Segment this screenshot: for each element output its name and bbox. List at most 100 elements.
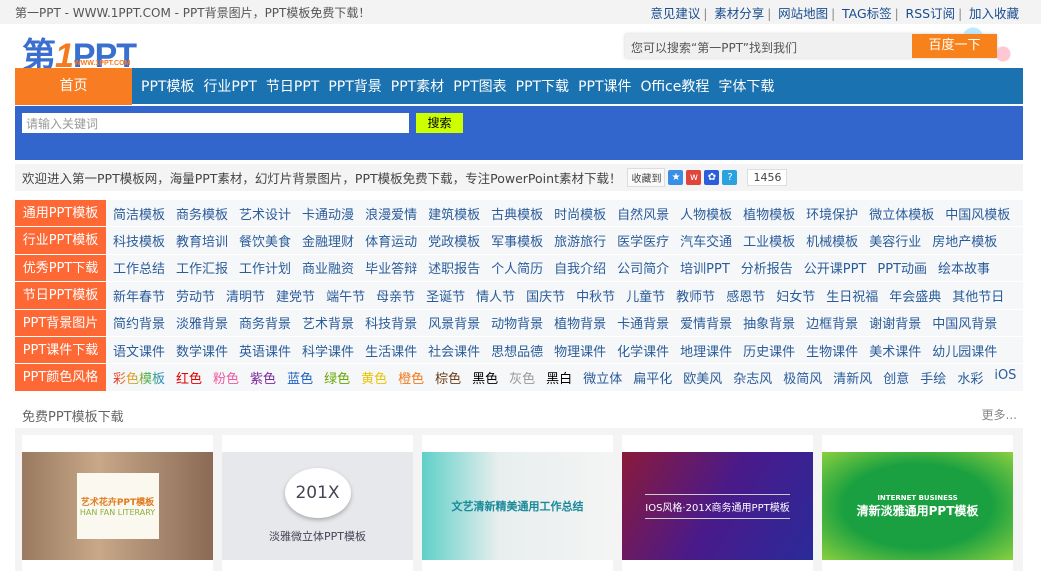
weibo-icon[interactable]: w [686, 170, 702, 185]
color-link[interactable]: 粉色 [213, 368, 239, 387]
nav-item[interactable]: PPT背景 [328, 76, 381, 96]
category-link[interactable]: 抽象背景 [743, 313, 795, 332]
color-link[interactable]: 扁平化 [633, 368, 672, 387]
nav-item[interactable]: PPT课件 [578, 76, 631, 96]
category-link[interactable]: 情人节 [476, 286, 515, 305]
category-link[interactable]: 妇女节 [776, 286, 815, 305]
category-link[interactable]: 述职报告 [428, 258, 480, 277]
nav-item[interactable]: PPT素材 [391, 76, 444, 96]
color-link[interactable]: 紫色 [250, 368, 276, 387]
category-link[interactable]: 中国风背景 [932, 313, 997, 332]
template-thumbnail[interactable]: INTERNET BUSINESS 清新淡雅通用PPT模板 [822, 452, 1013, 560]
link-rss[interactable]: RSS订阅 [906, 6, 956, 21]
category-link[interactable]: 金融理财 [302, 231, 354, 250]
color-link[interactable]: 微立体 [583, 368, 622, 387]
category-link[interactable]: 工作总结 [113, 258, 165, 277]
category-link[interactable]: 爱情背景 [680, 313, 732, 332]
category-link[interactable]: 卡通背景 [617, 313, 669, 332]
category-link[interactable]: 绘本故事 [938, 258, 990, 277]
template-card[interactable]: 艺术花卉PPT模板 HAN FAN LITERARY [22, 435, 213, 571]
category-link[interactable]: 公司简介 [617, 258, 669, 277]
category-link[interactable]: 数学课件 [176, 341, 228, 360]
category-link[interactable]: 风景背景 [428, 313, 480, 332]
link-bookmark[interactable]: 加入收藏 [969, 6, 1019, 21]
category-link[interactable]: 分析报告 [741, 258, 793, 277]
category-link[interactable]: 母亲节 [376, 286, 415, 305]
baidu-icon[interactable]: ✿ [704, 170, 720, 185]
category-link[interactable]: 环境保护 [806, 204, 858, 223]
color-link[interactable]: 清新风 [833, 368, 872, 387]
category-link[interactable]: 人物模板 [680, 204, 732, 223]
category-link[interactable]: 动物背景 [491, 313, 543, 332]
category-link[interactable]: 汽车交通 [680, 231, 732, 250]
more-link[interactable]: 更多... [982, 406, 1017, 425]
category-link[interactable]: 建党节 [276, 286, 315, 305]
category-link[interactable]: 中国风模板 [945, 204, 1010, 223]
category-link[interactable]: 幼儿园课件 [932, 341, 997, 360]
category-link[interactable]: 体育运动 [365, 231, 417, 250]
qzone-icon[interactable]: ★ [668, 170, 684, 185]
link-feedback[interactable]: 意见建议 [650, 6, 700, 21]
category-link[interactable]: 端午节 [326, 286, 365, 305]
nav-item[interactable]: PPT图表 [453, 76, 506, 96]
category-link[interactable]: 社会课件 [428, 341, 480, 360]
category-link[interactable]: 儿童节 [626, 286, 665, 305]
category-link[interactable]: 房地产模板 [932, 231, 997, 250]
category-link[interactable]: 化学课件 [617, 341, 669, 360]
category-link[interactable]: 感恩节 [726, 286, 765, 305]
category-link[interactable]: 艺术设计 [239, 204, 291, 223]
category-link[interactable]: 劳动节 [176, 286, 215, 305]
category-label[interactable]: 通用PPT模板 [15, 200, 106, 227]
category-label[interactable]: 优秀PPT下载 [15, 254, 106, 282]
nav-item[interactable]: 字体下载 [718, 76, 774, 96]
color-link[interactable]: 橙色 [398, 368, 424, 387]
category-link[interactable]: 卡通动漫 [302, 204, 354, 223]
category-link[interactable]: 谢谢背景 [869, 313, 921, 332]
qq-icon[interactable]: ? [722, 170, 738, 185]
category-label[interactable]: 节日PPT模板 [15, 282, 106, 309]
template-thumbnail[interactable]: 201X 淡雅微立体PPT模板 [222, 452, 413, 560]
nav-item[interactable]: 行业PPT [203, 76, 256, 96]
category-link[interactable]: 商务背景 [239, 313, 291, 332]
category-link[interactable]: 工业模板 [743, 231, 795, 250]
category-link[interactable]: 英语课件 [239, 341, 291, 360]
category-link[interactable]: 物理课件 [554, 341, 606, 360]
category-link[interactable]: 生物课件 [806, 341, 858, 360]
category-link[interactable]: 科技背景 [365, 313, 417, 332]
category-link[interactable]: 个人简历 [491, 258, 543, 277]
color-link[interactable]: 黑白 [546, 368, 572, 387]
category-link[interactable]: 生活课件 [365, 341, 417, 360]
category-link[interactable]: 植物模板 [743, 204, 795, 223]
category-link[interactable]: 简约背景 [113, 313, 165, 332]
color-link[interactable]: 黑色 [472, 368, 498, 387]
keyword-input[interactable]: 请输入关键词 [22, 113, 409, 133]
category-link[interactable]: 简洁模板 [113, 204, 165, 223]
category-link[interactable]: 历史课件 [743, 341, 795, 360]
category-link[interactable]: 旅游旅行 [554, 231, 606, 250]
nav-item[interactable]: Office教程 [641, 76, 710, 96]
baidu-search-button[interactable]: 百度一下 [912, 34, 997, 58]
color-link[interactable]: 创意 [883, 368, 909, 387]
category-label[interactable]: PPT背景图片 [15, 309, 106, 336]
category-link[interactable]: 培训PPT [680, 258, 730, 277]
color-link[interactable]: 手绘 [920, 368, 946, 387]
category-link[interactable]: 建筑模板 [428, 204, 480, 223]
link-share[interactable]: 素材分享 [714, 6, 764, 21]
nav-item[interactable]: PPT模板 [141, 76, 194, 96]
category-link[interactable]: 餐饮美食 [239, 231, 291, 250]
nav-item[interactable]: 节日PPT [266, 76, 319, 96]
category-link[interactable]: 生日祝福 [826, 286, 878, 305]
color-link[interactable]: 绿色 [324, 368, 350, 387]
nav-home[interactable]: 首页 [15, 67, 132, 105]
category-label[interactable]: 行业PPT模板 [15, 227, 106, 254]
color-link[interactable]: 极简风 [783, 368, 822, 387]
category-link[interactable]: 工作计划 [239, 258, 291, 277]
template-card[interactable]: 文艺清新精美通用工作总结 [422, 435, 613, 571]
color-link[interactable]: 彩色模板 [113, 368, 165, 387]
category-link[interactable]: 美容行业 [869, 231, 921, 250]
category-link[interactable]: 国庆节 [526, 286, 565, 305]
category-label[interactable]: PPT课件下载 [15, 336, 106, 364]
category-link[interactable]: 清明节 [226, 286, 265, 305]
category-link[interactable]: 时尚模板 [554, 204, 606, 223]
nav-item[interactable]: PPT下载 [516, 76, 569, 96]
